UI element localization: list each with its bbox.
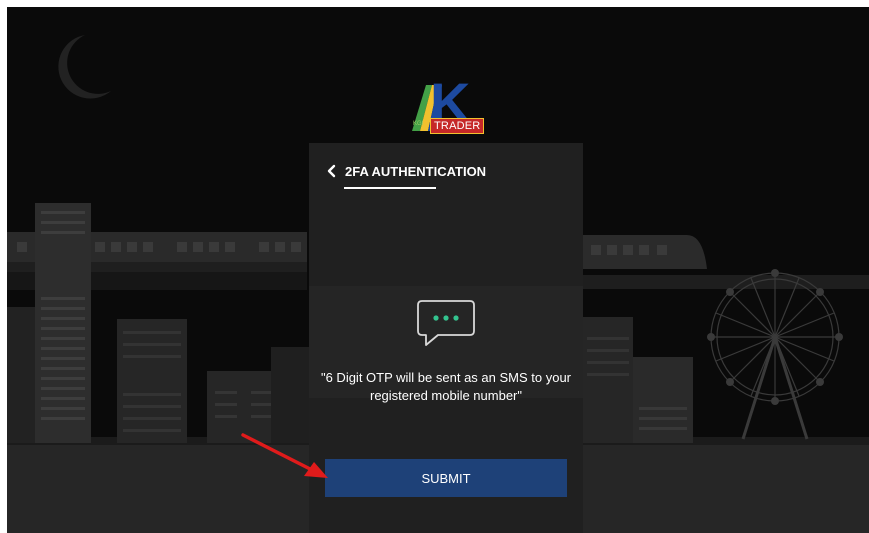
logo-small-text: KGI bbox=[413, 121, 424, 127]
auth-panel: 2FA AUTHENTICATION "6 Digit OTP will be … bbox=[309, 143, 583, 533]
login-background: K KGI TRADER 2FA AUTHENTICATION "6 Digit… bbox=[7, 7, 869, 533]
chevron-left-icon[interactable] bbox=[325, 164, 339, 178]
title-underline bbox=[344, 187, 436, 189]
otp-info-message: "6 Digit OTP will be sent as an SMS to y… bbox=[320, 370, 572, 403]
submit-button[interactable]: SUBMIT bbox=[325, 459, 567, 497]
logo-word: TRADER bbox=[430, 118, 485, 134]
panel-title: 2FA AUTHENTICATION bbox=[345, 163, 487, 179]
back-to-login[interactable]: 2FA AUTHENTICATION bbox=[325, 159, 486, 183]
ktrader-logo: K KGI TRADER bbox=[408, 75, 485, 137]
chat-bubble-dots-icon bbox=[417, 300, 475, 346]
moon-icon bbox=[58, 35, 111, 99]
